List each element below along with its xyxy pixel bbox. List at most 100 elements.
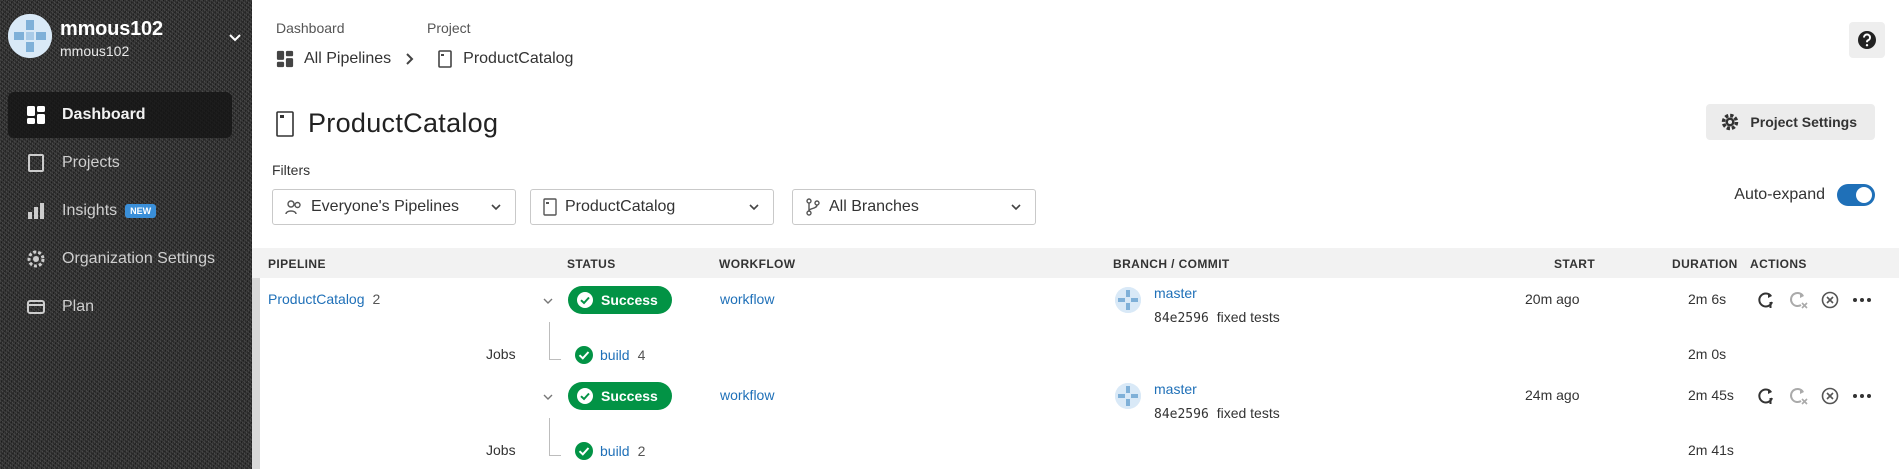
commit-message: fixed tests [1216,405,1280,421]
dashboard-icon [276,50,294,68]
sidebar-item-insights[interactable]: Insights NEW [8,188,232,234]
chevron-down-icon[interactable] [541,390,555,404]
branch-icon [805,198,821,216]
row-actions [1756,386,1884,406]
cancel-icon[interactable] [1820,290,1840,310]
chevron-down-icon [489,200,503,214]
status-label: Success [601,292,658,308]
page-title: ProductCatalog [276,108,498,139]
chevron-down-icon[interactable] [541,294,555,308]
check-circle-icon [575,346,593,364]
sidebar: mmous102 mmous102 Dashboard Projects Ins… [0,0,252,469]
filters-label: Filters [272,162,311,178]
check-circle-icon [575,442,593,460]
help-icon [1858,31,1876,49]
project-icon [543,198,557,216]
more-icon[interactable] [1852,290,1872,310]
row-actions [1756,290,1884,310]
status-badge[interactable]: Success [568,382,672,410]
branches-filter-value: All Branches [829,198,919,215]
job-link[interactable]: build [600,443,630,459]
column-header-status: STATUS [567,257,616,271]
breadcrumb-all-pipelines[interactable]: All Pipelines [276,50,391,68]
start-time: 24m ago [1525,387,1580,403]
sidebar-item-label: Projects [62,154,120,171]
user-menu[interactable]: mmous102 mmous102 [8,14,244,62]
project-icon [438,50,452,68]
job-duration: 2m 41s [1688,442,1734,458]
branch-link[interactable]: master [1154,285,1197,301]
rerun-failed-icon[interactable] [1788,386,1808,406]
job-duration: 2m 0s [1688,346,1727,362]
insights-icon [26,201,46,221]
column-header-actions: ACTIONS [1750,257,1807,271]
cancel-icon[interactable] [1820,386,1840,406]
chevron-down-icon[interactable] [226,28,244,46]
commit-info: 84e2596 fixed tests [1154,309,1280,326]
job-item: build 2 [574,441,645,461]
auto-expand: Auto-expand [1734,184,1875,206]
column-header-duration: DURATION [1672,257,1738,271]
jobs-label: Jobs [486,346,516,362]
column-header-start: START [1554,257,1596,271]
more-icon[interactable] [1852,386,1872,406]
rerun-icon[interactable] [1756,290,1776,310]
job-link[interactable]: build [600,347,630,363]
workflow-link[interactable]: workflow [720,291,774,307]
dashboard-icon [26,105,46,125]
status-badge[interactable]: Success [568,286,672,314]
duration: 2m 45s [1688,387,1734,403]
job-number: 4 [637,347,646,363]
breadcrumb-label-dashboard: Dashboard [276,20,345,36]
workflow-link[interactable]: workflow [720,387,774,403]
auto-expand-toggle[interactable] [1837,184,1875,206]
commit-hash[interactable]: 84e2596 [1154,407,1209,422]
check-circle-icon [577,292,593,308]
sidebar-item-dashboard[interactable]: Dashboard [8,92,232,138]
chevron-down-icon [747,200,761,214]
new-badge: NEW [125,204,157,218]
chevron-down-icon [1009,200,1023,214]
duration: 2m 6s [1688,291,1727,307]
settings-icon [26,249,46,269]
sidebar-item-projects[interactable]: Projects [8,140,232,186]
commit-hash[interactable]: 84e2596 [1154,311,1209,326]
user-org: mmous102 [60,43,130,59]
chevron-right-icon [405,52,425,66]
user-avatar [8,14,52,58]
sidebar-item-organization-settings[interactable]: Organization Settings [8,236,232,282]
sidebar-item-label: Insights [62,202,118,219]
jobs-label: Jobs [486,442,516,458]
breadcrumb-project[interactable]: ProductCatalog [437,50,573,68]
table-row: Success workflow master 84e2596 fixed te… [252,278,1899,374]
sidebar-item-label: Organization Settings [62,250,215,267]
plan-icon [26,297,46,317]
branches-filter-select[interactable]: All Branches [792,189,1036,225]
avatar [1115,383,1141,409]
breadcrumb-project-label: ProductCatalog [463,50,574,67]
tree-connector [549,322,561,360]
avatar [1115,287,1141,313]
project-filter-select[interactable]: ProductCatalog [530,189,774,225]
project-filter-value: ProductCatalog [565,198,676,215]
project-settings-button[interactable]: Project Settings [1706,104,1875,140]
job-number: 2 [637,443,646,459]
table-row: Success workflow master 84e2596 fixed te… [252,374,1899,469]
pipelines-filter-select[interactable]: Everyone's Pipelines [272,189,516,225]
start-time: 20m ago [1525,291,1580,307]
auto-expand-label: Auto-expand [1734,186,1825,203]
status-label: Success [601,388,658,404]
job-item: build 4 [574,345,645,365]
breadcrumb: All Pipelines ProductCatalog [276,50,573,68]
check-circle-icon [577,388,593,404]
main-content: Dashboard Project All Pipelines ProductC… [252,0,1899,469]
sidebar-item-plan[interactable]: Plan [8,284,232,330]
help-button[interactable] [1849,22,1885,58]
column-header-workflow: WORKFLOW [719,257,796,271]
branch-link[interactable]: master [1154,381,1197,397]
rerun-failed-icon[interactable] [1788,290,1808,310]
rerun-icon[interactable] [1756,386,1776,406]
sidebar-item-label: Plan [62,298,95,315]
column-header-branch: BRANCH / COMMIT [1113,257,1230,271]
sidebar-item-label: Dashboard [62,106,146,123]
